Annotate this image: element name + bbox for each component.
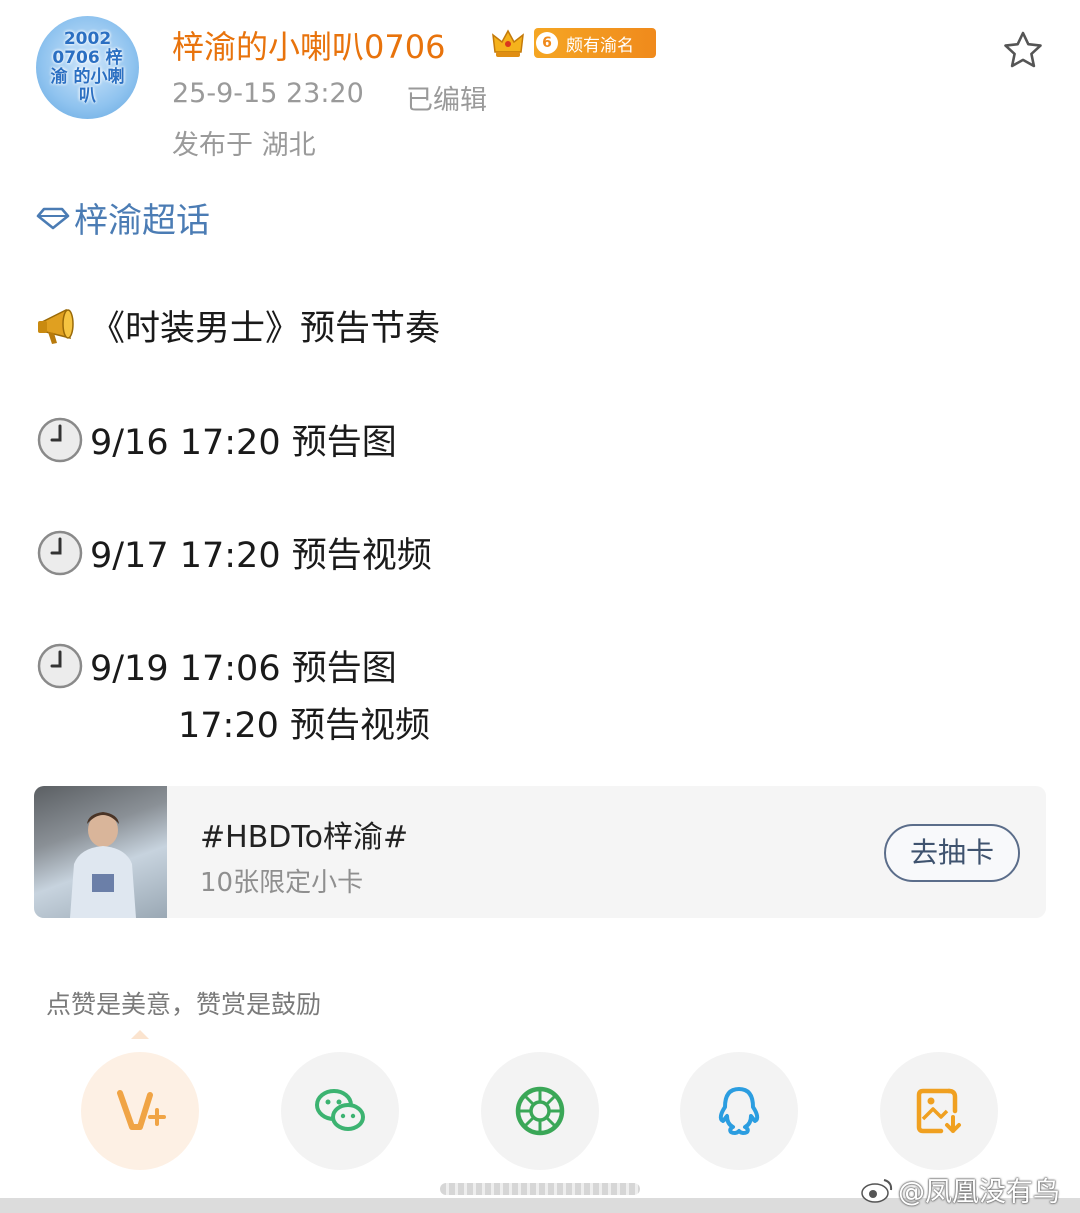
- fan-level: 6: [534, 28, 560, 58]
- crown-icon: [492, 29, 524, 57]
- clock-icon: [37, 643, 83, 688]
- schedule-extra-text: 17:20 预告视频: [178, 706, 430, 746]
- edited-label[interactable]: 已编辑: [406, 78, 487, 117]
- avatar[interactable]: 2002 0706 梓渝 的小喇叭: [36, 16, 139, 119]
- headline-line: 《时装男士》预告节奏: [36, 300, 440, 351]
- diamond-icon: [36, 207, 70, 229]
- schedule-line: 9/17 17:20 预告视频: [36, 527, 432, 578]
- fan-badge-name: 颇有渝名: [566, 35, 634, 56]
- post-time: 25-9-15 23:20: [172, 78, 364, 109]
- megaphone-icon: [38, 308, 74, 344]
- post-location: 发布于 湖北: [172, 130, 316, 161]
- super-topic-link[interactable]: 梓渝超话: [36, 193, 210, 242]
- schedule-text: 9/16 17:20 预告图: [90, 423, 397, 463]
- fan-level-number: 6: [536, 32, 558, 54]
- weibo-logo-icon: [861, 1178, 893, 1203]
- vplus-button[interactable]: [81, 1052, 199, 1170]
- card-title[interactable]: #HBDTo梓渝#: [200, 812, 408, 856]
- watermark: @凤凰没有鸟: [860, 1170, 1060, 1209]
- draw-card-button[interactable]: 去抽卡: [884, 824, 1020, 882]
- fan-badge[interactable]: 6 颇有渝名: [534, 28, 656, 58]
- schedule-text: 9/17 17:20 预告视频: [90, 536, 432, 576]
- lottery-card[interactable]: #HBDTo梓渝# 10张限定小卡 去抽卡: [34, 786, 1046, 918]
- home-indicator: [440, 1183, 640, 1195]
- wechat-icon: [315, 1089, 365, 1131]
- favorite-star-icon[interactable]: [1002, 30, 1044, 70]
- vplus-icon: [117, 1090, 166, 1130]
- watermark-text: @凤凰没有鸟: [898, 1177, 1060, 1208]
- schedule-line: 9/19 17:06 预告图: [36, 640, 397, 691]
- reward-note: 点赞是美意，赞赏是鼓励: [46, 990, 322, 1019]
- topic-label: 梓渝超话: [74, 201, 210, 241]
- clock-icon: [37, 530, 83, 575]
- card-thumbnail: [34, 786, 167, 918]
- moments-icon: [515, 1086, 565, 1136]
- moments-share-button[interactable]: [481, 1052, 599, 1170]
- headline-text: 《时装男士》预告节奏: [90, 309, 441, 349]
- schedule-text: 9/19 17:06 预告图: [90, 649, 397, 689]
- qq-icon: [718, 1087, 760, 1135]
- avatar-text: 2002 0706 梓渝 的小喇叭: [50, 28, 125, 106]
- save-image-button[interactable]: [880, 1052, 998, 1170]
- qq-share-button[interactable]: [680, 1052, 798, 1170]
- person-photo-icon: [70, 812, 136, 918]
- username[interactable]: 梓渝的小喇叭0706: [172, 22, 445, 68]
- wechat-share-button[interactable]: [281, 1052, 399, 1170]
- save-image-icon: [916, 1088, 961, 1134]
- card-subtitle: 10张限定小卡: [200, 868, 364, 898]
- schedule-line: 9/16 17:20 预告图: [36, 414, 397, 465]
- tooltip-pointer: [131, 1030, 149, 1039]
- clock-icon: [37, 417, 83, 462]
